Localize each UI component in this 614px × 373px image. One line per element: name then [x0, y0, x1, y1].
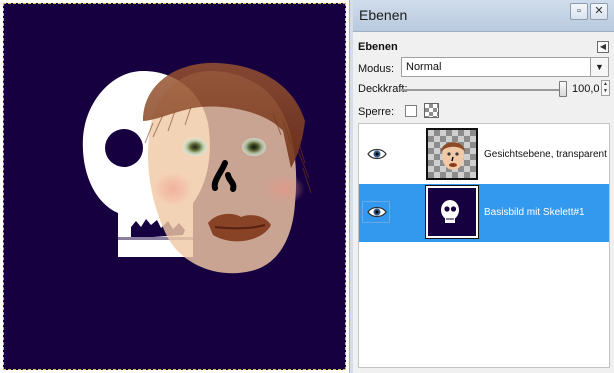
- layer-row-selected[interactable]: Basisbild mit Skelett#1: [359, 184, 609, 242]
- image-canvas[interactable]: [3, 3, 346, 370]
- mode-value: Normal: [406, 61, 442, 73]
- tab-menu-icon[interactable]: ◀: [597, 41, 609, 53]
- opacity-value[interactable]: 100,0: [572, 83, 600, 95]
- app-root: Ebenen ▫ ✕ Ebenen ◀ Modus: Normal ▼ Deck…: [0, 0, 614, 373]
- layer-name[interactable]: Gesichtsebene, transparent: [484, 149, 607, 160]
- layers-list[interactable]: Gesichtsebene, transparent Basisbild mit…: [358, 123, 610, 368]
- lock-pixels-checkbox[interactable]: [405, 105, 417, 117]
- mode-select[interactable]: Normal ▼: [401, 57, 609, 77]
- image-canvas-frame: [0, 0, 349, 373]
- opacity-slider[interactable]: [401, 89, 565, 91]
- chevron-down-icon[interactable]: ▼: [590, 58, 608, 76]
- canvas-artwork: [82, 62, 312, 274]
- eye-icon[interactable]: [367, 204, 387, 220]
- layer-thumbnail[interactable]: [425, 185, 479, 239]
- opacity-spinner-icon[interactable]: ▲ ▼: [601, 80, 610, 96]
- mode-label: Modus:: [358, 63, 395, 75]
- dock-title: Ebenen: [359, 7, 408, 23]
- lock-alpha-icon[interactable]: [424, 103, 439, 118]
- layer-name[interactable]: Basisbild mit Skelett#1: [484, 207, 585, 218]
- dock-titlebar[interactable]: Ebenen ▫ ✕: [353, 0, 614, 32]
- layer-row[interactable]: Gesichtsebene, transparent: [359, 126, 609, 184]
- maximize-icon[interactable]: ▫: [570, 3, 588, 20]
- tab-layers[interactable]: Ebenen: [358, 41, 398, 53]
- layer-thumbnail[interactable]: [426, 128, 478, 180]
- face-icon: [441, 142, 465, 170]
- close-icon[interactable]: ✕: [590, 3, 608, 20]
- lock-label: Sperre:: [358, 106, 395, 118]
- eye-icon[interactable]: [367, 146, 387, 162]
- opacity-slider-handle[interactable]: [559, 81, 567, 97]
- skull-icon: [441, 200, 459, 223]
- layers-dock: Ebenen ▫ ✕ Ebenen ◀ Modus: Normal ▼ Deck…: [353, 0, 614, 373]
